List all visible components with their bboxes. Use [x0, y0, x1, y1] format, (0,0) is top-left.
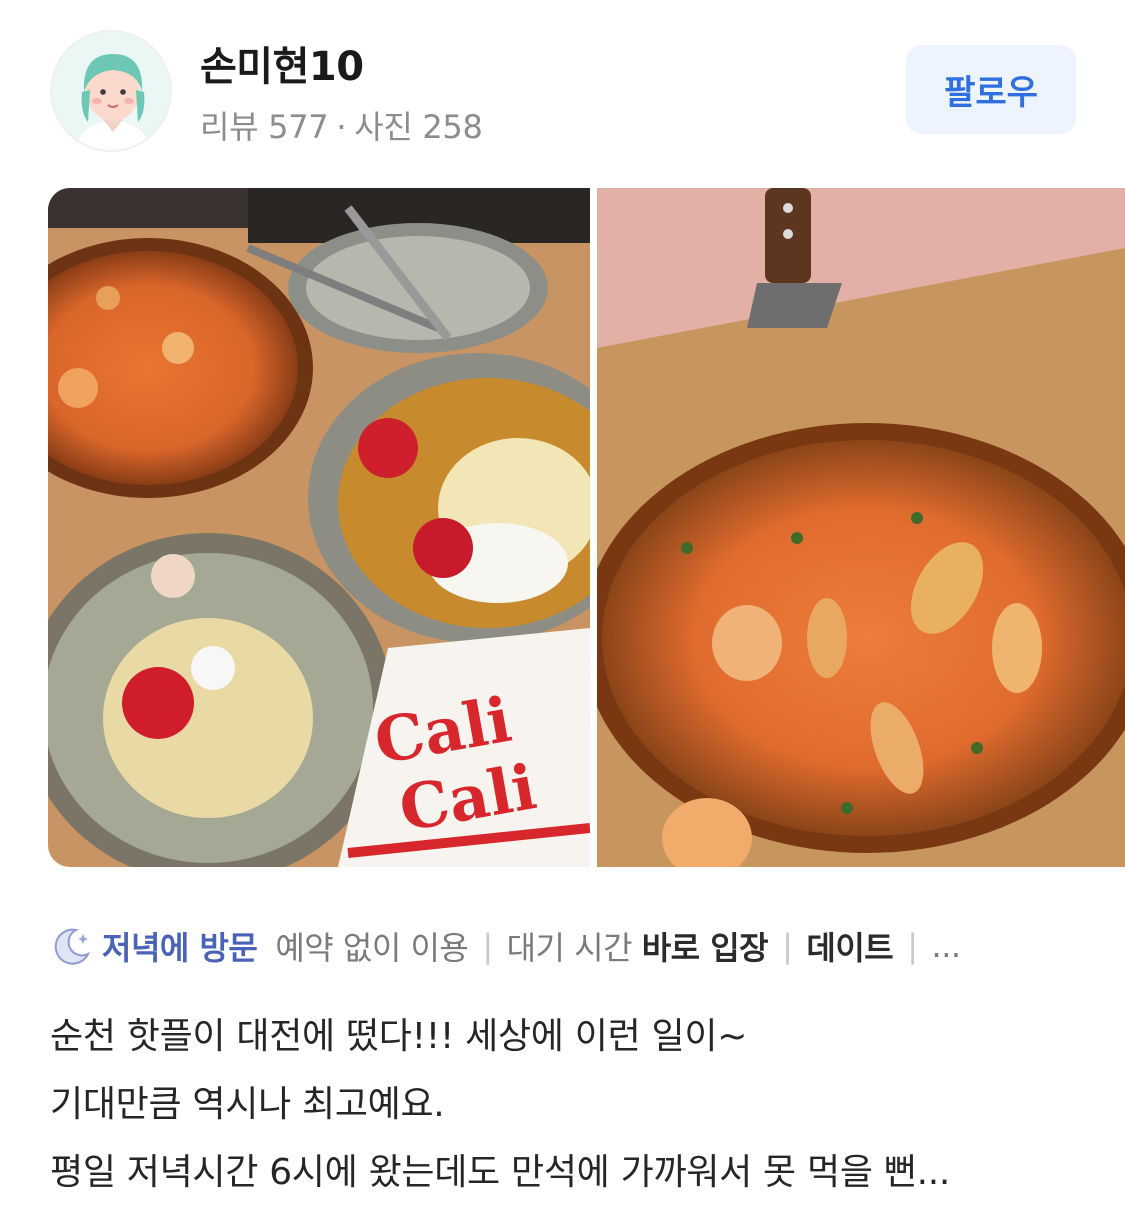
tag-divider: |	[482, 927, 493, 965]
review-line: 평일 저녁시간 6시에 왔는데도 만석에 가까워서 못 먹을 뻔...	[50, 1152, 951, 1193]
review-photos: Cali Cali	[48, 188, 1125, 867]
wait-time-value: 바로 입장	[641, 929, 769, 967]
visit-tags: 저녁에 방문 예약 없이 이용 | 대기 시간 바로 입장 | 데이트 | ..…	[50, 920, 961, 972]
avatar[interactable]	[50, 30, 172, 152]
reviews-label: 리뷰	[200, 108, 259, 146]
visit-time-tag: 저녁에 방문	[102, 929, 258, 967]
review-line: 순천 핫플이 대전에 떴다!!! 세상에 이런 일이~	[50, 1016, 748, 1057]
reservation-tag: 예약 없이 이용	[275, 929, 469, 967]
follow-button[interactable]: 팔로우	[906, 45, 1076, 134]
user-stats: 리뷰 577 · 사진 258	[200, 102, 483, 148]
pizza-pasta-table-photo[interactable]: Cali Cali	[48, 188, 590, 867]
review-text[interactable]: 순천 핫플이 대전에 떴다!!! 세상에 이런 일이~ 기대만큼 역시나 최고예…	[50, 1003, 1080, 1207]
tag-divider: |	[782, 927, 793, 965]
avatar-illustration	[52, 32, 170, 150]
wait-time-label: 대기 시간	[506, 929, 633, 967]
user-name[interactable]: 손미현10	[200, 34, 364, 92]
reviews-count: 577	[268, 108, 329, 146]
moon-icon	[54, 928, 91, 965]
more-tags-button[interactable]: ...	[932, 927, 962, 965]
photo-illustration-right	[597, 188, 1125, 867]
photo-illustration-left: Cali Cali	[48, 188, 590, 867]
review-line: 기대만큼 역시나 최고예요.	[50, 1084, 445, 1125]
photos-count: 258	[422, 108, 483, 146]
photos-label: 사진	[354, 108, 413, 146]
stats-separator: ·	[336, 108, 347, 146]
review-header: 손미현10 리뷰 577 · 사진 258 팔로우	[0, 0, 1125, 170]
pizza-closeup-photo[interactable]	[597, 188, 1125, 867]
tag-divider: |	[907, 927, 918, 965]
purpose-tag: 데이트	[806, 929, 894, 967]
